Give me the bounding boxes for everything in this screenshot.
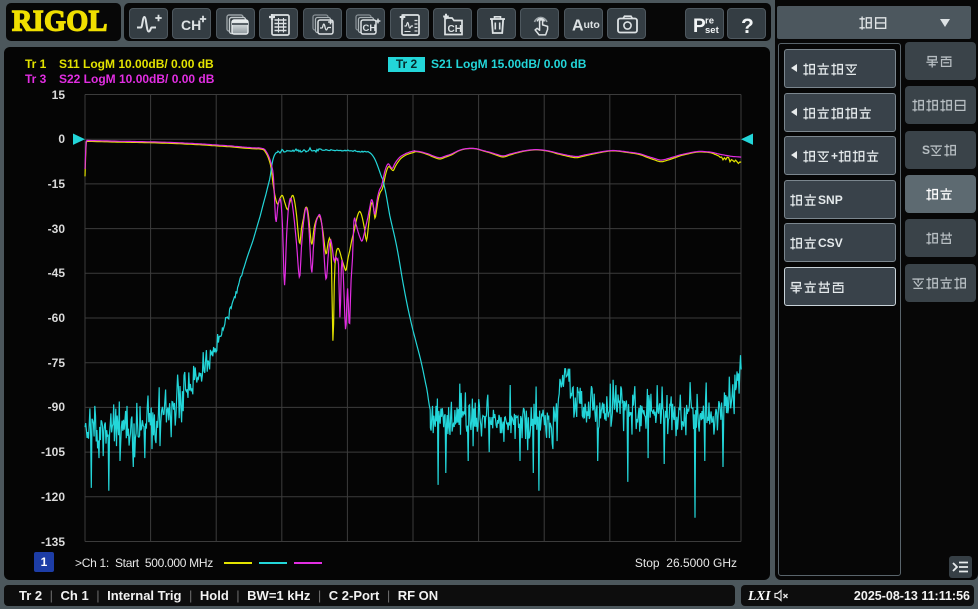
svg-text:+: + [831, 150, 838, 164]
svg-text:S: S [826, 237, 834, 251]
svg-text:S: S [818, 193, 826, 207]
svg-text:N: N [826, 193, 835, 207]
svg-text:S: S [922, 143, 930, 157]
svg-text:V: V [834, 237, 842, 251]
svg-text:P: P [834, 193, 842, 207]
